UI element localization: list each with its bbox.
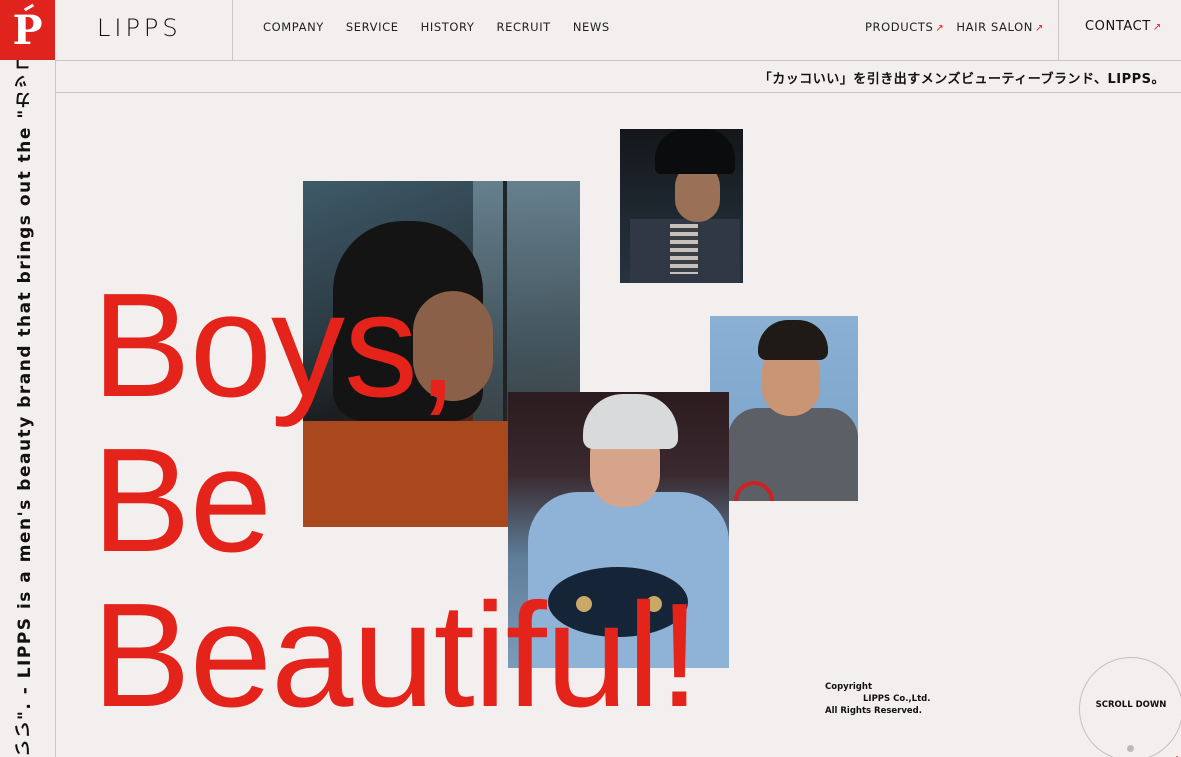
external-nav: PRODUCTS ↗ HAIR SALON ↗ xyxy=(865,20,1044,34)
nav-recruit[interactable]: RECRUIT xyxy=(497,20,551,34)
hero-photo-2 xyxy=(620,129,743,283)
scroll-indicator-dot xyxy=(1127,745,1134,752)
copyright-line-3: All Rights Reserved. xyxy=(825,706,922,716)
headline-line-2: Be xyxy=(92,418,272,583)
scroll-down-label: SCROLL DOWN xyxy=(1095,700,1167,710)
copyright: Copyright LIPPS Co.,Ltd. All Rights Rese… xyxy=(825,681,930,717)
hero-headline: Boys, Be Beautiful! xyxy=(92,263,700,738)
brand-name[interactable]: LIPPS xyxy=(97,14,182,42)
arrow-up-right-icon: ↗ xyxy=(1152,22,1162,33)
vertical-marquee: いい". - LIPPS is a men's beauty brand tha… xyxy=(8,60,48,757)
tagline: 「カッコいい」を引き出すメンズビューティーブランド、LIPPS。 xyxy=(758,72,1165,87)
nav-hair-salon-label: HAIR SALON xyxy=(956,20,1033,34)
nav-products-label: PRODUCTS xyxy=(865,20,934,34)
nav-history[interactable]: HISTORY xyxy=(421,20,475,34)
nav-service[interactable]: SERVICE xyxy=(346,20,399,34)
header-divider xyxy=(1058,0,1059,60)
logo-mark[interactable]: P xyxy=(0,0,55,60)
nav-news[interactable]: NEWS xyxy=(573,20,610,34)
hero-photo-3 xyxy=(710,316,858,501)
copyright-line-1: Copyright xyxy=(825,682,873,692)
headline-line-3: Beautiful! xyxy=(92,573,700,738)
contact-label: CONTACT xyxy=(1085,19,1151,34)
vertical-marquee-text: いい". - LIPPS is a men's beauty brand tha… xyxy=(15,60,35,757)
scroll-down-button[interactable]: SCROLL DOWN xyxy=(1079,657,1181,757)
arrow-up-right-icon: ↗ xyxy=(1034,23,1044,34)
nav-hair-salon[interactable]: HAIR SALON ↗ xyxy=(956,20,1044,34)
sidebar-border xyxy=(55,60,56,757)
nav-products[interactable]: PRODUCTS ↗ xyxy=(865,20,944,34)
nav-company[interactable]: COMPANY xyxy=(263,20,324,34)
contact-link[interactable]: CONTACT ↗ xyxy=(1085,19,1162,34)
logo-letter: P xyxy=(12,6,43,54)
headline-line-1: Boys, xyxy=(92,263,458,428)
arrow-up-right-icon: ↗ xyxy=(935,23,945,34)
tagline-bar: 「カッコいい」を引き出すメンズビューティーブランド、LIPPS。 xyxy=(56,61,1181,93)
header-divider xyxy=(232,0,233,60)
main-nav: COMPANY SERVICE HISTORY RECRUIT NEWS xyxy=(263,20,610,34)
copyright-line-2: LIPPS Co.,Ltd. xyxy=(863,694,931,704)
